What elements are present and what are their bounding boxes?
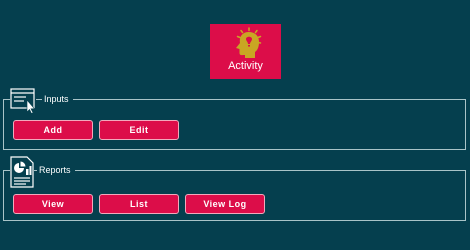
reports-legend: Reports bbox=[37, 163, 75, 177]
list-button[interactable]: List bbox=[99, 194, 179, 214]
activity-tile[interactable]: Activity bbox=[210, 24, 281, 79]
edit-button[interactable]: Edit bbox=[99, 120, 179, 140]
view-button[interactable]: View bbox=[13, 194, 93, 214]
add-button[interactable]: Add bbox=[13, 120, 93, 140]
form-cursor-icon bbox=[10, 88, 36, 114]
activity-label: Activity bbox=[228, 60, 263, 72]
view-log-button[interactable]: View Log bbox=[185, 194, 265, 214]
report-document-icon bbox=[10, 156, 34, 188]
inputs-legend: Inputs bbox=[42, 92, 73, 106]
idea-head-icon bbox=[236, 27, 262, 58]
